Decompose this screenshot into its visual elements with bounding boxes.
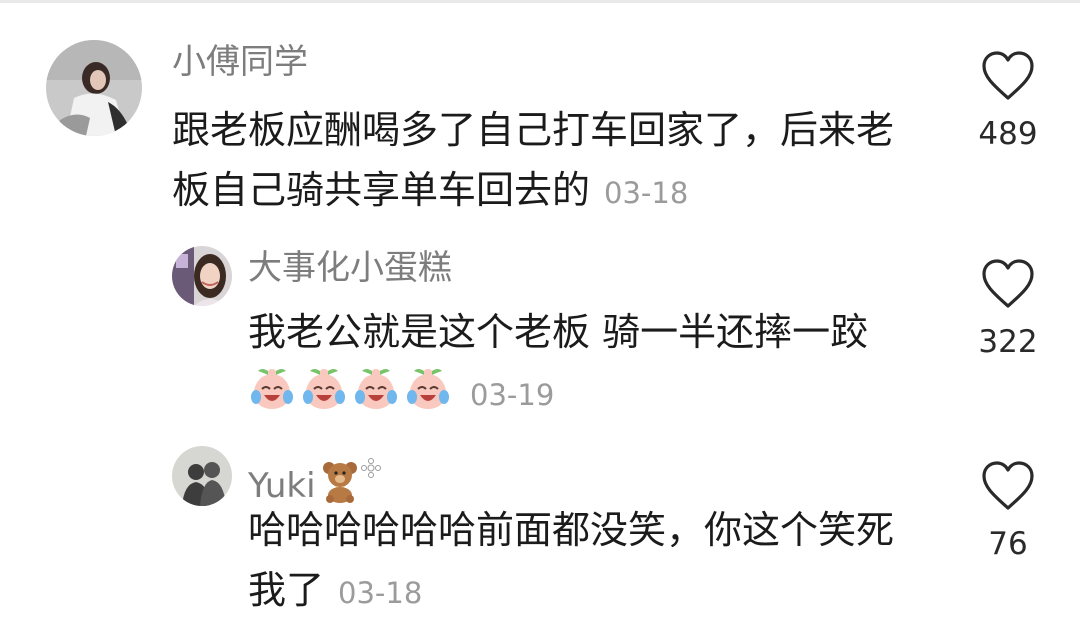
heart-icon: [982, 461, 1034, 510]
crying-laughing-peach-icon: [300, 365, 348, 413]
like-button[interactable]: 76: [948, 460, 1068, 562]
comment-item: 小傅同学 跟老板应酬喝多了自己打车回家了，后来老板自己骑共享单车回去的 03-18…: [0, 0, 1080, 230]
comment-text: 哈哈哈哈哈哈前面都没笑，你这个笑死我了 03-18: [248, 500, 928, 623]
comment-date: 03-18: [604, 176, 689, 210]
heart-icon: [982, 51, 1034, 100]
avatar[interactable]: [46, 40, 142, 136]
like-button[interactable]: 489: [948, 50, 1068, 152]
teddy-bear-icon: [320, 459, 360, 503]
like-count: 489: [978, 116, 1038, 152]
crying-laughing-peach-icon: [248, 365, 296, 413]
flower-icon: [360, 448, 382, 478]
reply-item: 大事化小蛋糕 我老公就是这个老板 骑一半还摔一跤 03-19 322: [0, 230, 1080, 430]
comment-date: 03-19: [470, 378, 555, 412]
comment-body: 我老公就是这个老板 骑一半还摔一跤: [248, 310, 869, 354]
like-count: 322: [978, 324, 1038, 360]
like-button[interactable]: 322: [948, 258, 1068, 360]
comment-username[interactable]: 小傅同学: [172, 42, 308, 82]
avatar-image: [46, 40, 142, 136]
avatar-image: [172, 246, 232, 306]
crying-laughing-peach-icon: [352, 365, 400, 413]
reply-item: Yuki 哈哈哈哈哈哈前面都没笑，你这个笑死我了 03-18 76: [0, 430, 1080, 637]
avatar-image: [172, 446, 232, 506]
comment-text: 跟老板应酬喝多了自己打车回家了，后来老板自己骑共享单车回去的 03-18: [172, 100, 902, 223]
heart-icon: [982, 259, 1034, 308]
avatar[interactable]: [172, 246, 232, 306]
avatar[interactable]: [172, 446, 232, 506]
crying-laughing-peach-icon: [404, 365, 452, 413]
comment-text: 我老公就是这个老板 骑一半还摔一跤 03-19: [248, 302, 908, 425]
comment-username[interactable]: Yuki: [248, 448, 382, 506]
comment-body: 跟老板应酬喝多了自己打车回家了，后来老板自己骑共享单车回去的: [172, 108, 895, 212]
comment-username[interactable]: 大事化小蛋糕: [248, 248, 452, 288]
like-count: 76: [988, 526, 1028, 562]
comment-date: 03-18: [338, 576, 423, 610]
